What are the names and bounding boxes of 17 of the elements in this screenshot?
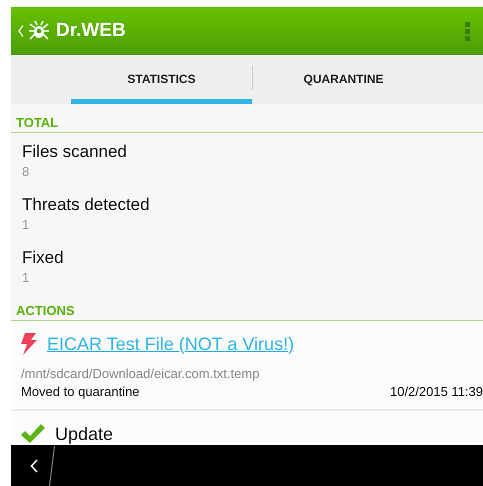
file-path: /mnt/sdcard/Download/eicar.com.txt.temp — [21, 366, 260, 381]
back-icon[interactable] — [30, 458, 38, 472]
timestamp: 10/2/2015 11:39 — [390, 384, 483, 399]
stat-value: 1 — [22, 270, 30, 286]
lightning-icon — [21, 333, 37, 355]
stat-label: Threats detected — [22, 194, 151, 216]
app-title: Dr.WEB — [56, 20, 126, 42]
tab[interactable]: QUARANTINE — [253, 55, 434, 104]
slash-icon — [49, 446, 55, 486]
stat-label: Files scanned — [22, 141, 128, 163]
action-status: Moved to quarantine — [21, 384, 140, 399]
stat-label: Fixed — [22, 247, 65, 269]
stat-value: 8 — [22, 164, 30, 180]
stat-value: 1 — [22, 217, 30, 233]
action-title: Update — [55, 424, 114, 444]
section-header: TOTAL — [11, 104, 483, 133]
overflow-menu-icon[interactable] — [465, 22, 470, 40]
